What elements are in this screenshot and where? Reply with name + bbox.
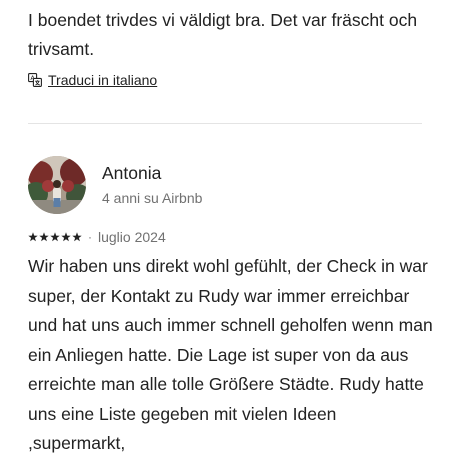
- star-icon: [50, 232, 60, 242]
- star-icon: [72, 232, 82, 242]
- avatar[interactable]: [28, 156, 86, 214]
- review-text: Wir haben uns direkt wohl gefühlt, der C…: [28, 256, 433, 453]
- star-icon: [39, 232, 49, 242]
- previous-review-text: I boendet trivdes vi väldigt bra. Det va…: [28, 10, 418, 59]
- translate-link[interactable]: A Traduci in italiano: [28, 70, 157, 90]
- separator-dot: ·: [88, 230, 92, 244]
- rating-row: · luglio 2024: [28, 228, 166, 246]
- star-icon: [61, 232, 71, 242]
- reviewer-tenure: 4 anni su Airbnb: [102, 190, 203, 206]
- star-rating: [28, 232, 82, 242]
- review-date: luglio 2024: [98, 229, 166, 245]
- translate-icon: A: [28, 73, 42, 87]
- reviewer-name: Antonia: [102, 163, 162, 183]
- section-divider: [28, 123, 422, 124]
- translate-link-label[interactable]: Traduci in italiano: [48, 72, 157, 88]
- star-icon: [28, 232, 38, 242]
